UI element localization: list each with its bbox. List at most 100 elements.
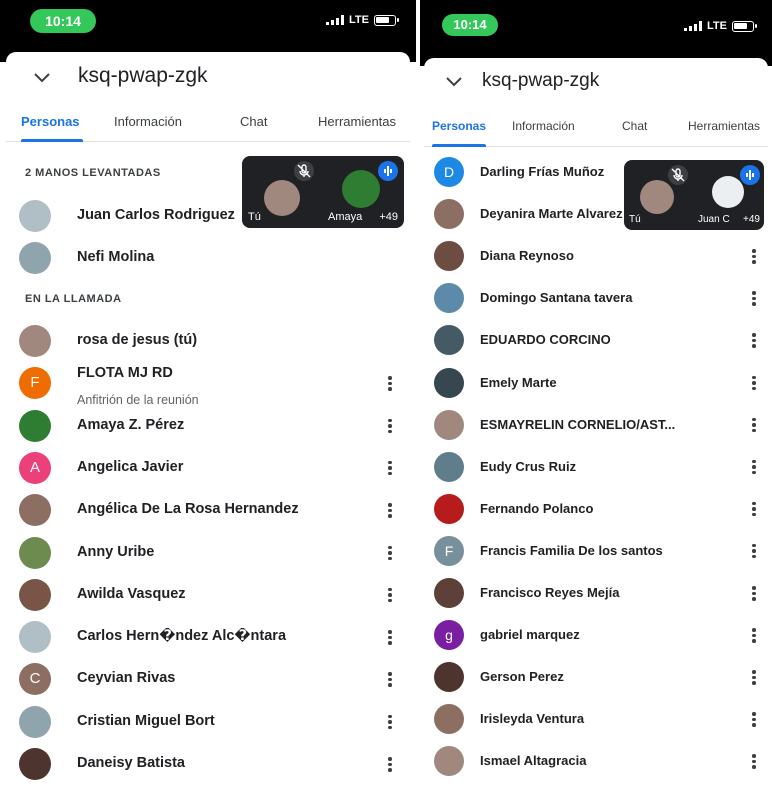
participant-row[interactable]: Amaya Z. Pérez <box>6 405 410 447</box>
avatar: F <box>19 367 51 400</box>
mic-off-icon <box>332 458 352 478</box>
mic-off-icon <box>332 712 352 732</box>
mic-off-icon <box>294 161 314 181</box>
more-options-icon[interactable] <box>380 373 400 393</box>
tab-informacion[interactable]: Información <box>512 119 575 133</box>
tab-informacion[interactable]: Información <box>114 114 182 129</box>
more-options-icon[interactable] <box>380 585 400 605</box>
more-options-icon[interactable] <box>744 288 764 308</box>
participant-row[interactable]: Domingo Santana tavera <box>424 277 768 319</box>
participant-row[interactable]: Ismael Altagracia <box>424 740 768 782</box>
more-options-icon[interactable] <box>744 415 764 435</box>
participant-row[interactable]: Fernando Polanco <box>424 488 768 530</box>
participant-row[interactable]: Nefi Molina <box>6 237 410 279</box>
tab-personas[interactable]: Personas <box>432 119 486 133</box>
more-options-icon[interactable] <box>744 499 764 519</box>
participant-row[interactable]: Cristian Miguel Bort <box>6 701 410 743</box>
avatar: C <box>19 663 51 696</box>
avatar: D <box>434 157 464 187</box>
avatar <box>434 662 464 693</box>
meeting-header: ksq-pwap-zgk <box>6 52 410 102</box>
participant-row[interactable]: g gabriel marquez <box>424 614 768 656</box>
mic-off-icon <box>332 585 352 605</box>
self-avatar <box>264 180 300 216</box>
avatar: A <box>19 451 51 484</box>
status-icons: LTE <box>684 20 757 32</box>
more-options-icon[interactable] <box>380 754 400 774</box>
participant-row[interactable]: C Ceyvian Rivas <box>6 658 410 700</box>
participant-row[interactable]: F Francis Familia De los santos <box>424 530 768 572</box>
participant-name: rosa de jesus (tú) <box>77 332 198 348</box>
more-options-icon[interactable] <box>744 541 764 561</box>
avatar <box>19 200 51 232</box>
participant-name: Ismael Altagracia <box>480 753 587 769</box>
more-options-icon[interactable] <box>744 457 764 477</box>
mic-off-icon <box>702 541 722 561</box>
mic-off-icon <box>702 499 722 519</box>
chevron-down-icon[interactable] <box>444 72 464 92</box>
more-options-icon[interactable] <box>380 712 400 732</box>
people-sheet: ksq-pwap-zgk Personas Información Chat H… <box>6 52 410 798</box>
participant-row[interactable]: Emely Marte <box>424 362 768 404</box>
participant-name: Ceyvian Rivas <box>77 670 176 687</box>
self-view-tile[interactable]: Tú Juan C +49 <box>624 160 764 230</box>
more-options-icon[interactable] <box>744 625 764 645</box>
more-options-icon[interactable] <box>744 667 764 687</box>
mic-off-icon <box>332 500 352 520</box>
active-tab-indicator <box>432 144 486 147</box>
avatar: F <box>434 535 464 566</box>
tab-herramientas[interactable]: Herramientas <box>318 114 396 129</box>
participant-row[interactable]: Angélica De La Rosa Hernandez <box>6 489 410 531</box>
more-options-icon[interactable] <box>744 246 764 266</box>
participant-row[interactable]: Daneisy Batista <box>6 743 410 785</box>
mic-off-icon <box>668 165 688 185</box>
chevron-down-icon[interactable] <box>32 68 52 88</box>
participant-row[interactable]: Anny Uribe <box>6 532 410 574</box>
more-options-icon[interactable] <box>380 458 400 478</box>
more-options-icon[interactable] <box>744 709 764 729</box>
participant-row[interactable]: Awilda Vasquez <box>6 574 410 616</box>
more-options-icon[interactable] <box>380 543 400 563</box>
more-options-icon[interactable] <box>380 627 400 647</box>
status-icons: LTE <box>326 14 399 26</box>
participant-row[interactable]: Eudy Crus Ruiz <box>424 446 768 488</box>
section-in-call: EN LA LLAMADA <box>25 293 122 305</box>
tab-chat[interactable]: Chat <box>240 114 267 129</box>
participant-name: Irisleyda Ventura <box>480 711 585 727</box>
avatar <box>434 578 464 608</box>
avatar <box>434 493 464 524</box>
participant-name: Nefi Molina <box>77 249 155 265</box>
self-view-tile[interactable]: Tú Amaya +49 <box>242 156 404 228</box>
tab-personas[interactable]: Personas <box>21 114 80 129</box>
participant-row[interactable]: ESMAYRELIN CORNELIO/AST... <box>424 404 768 446</box>
more-options-icon[interactable] <box>744 751 764 771</box>
more-options-icon[interactable] <box>744 330 764 350</box>
meeting-code: ksq-pwap-zgk <box>482 70 600 91</box>
tab-herramientas[interactable]: Herramientas <box>688 119 760 133</box>
participant-name: Cristian Miguel Bort <box>77 712 215 729</box>
participant-row[interactable]: Francisco Reyes Mejía <box>424 572 768 614</box>
participant-row[interactable]: EDUARDO CORCINO <box>424 319 768 361</box>
more-options-icon[interactable] <box>380 669 400 689</box>
participant-row[interactable]: rosa de jesus (tú) <box>6 320 410 362</box>
signal-icon <box>326 15 345 25</box>
mic-off-icon <box>702 751 722 771</box>
more-options-icon[interactable] <box>380 500 400 520</box>
more-options-icon[interactable] <box>744 373 764 393</box>
avatar: g <box>434 620 464 651</box>
participant-row[interactable]: F FLOTA MJ RD Anfitrión de la reunión <box>6 362 410 407</box>
participant-row[interactable]: Gerson Perez <box>424 656 768 698</box>
status-time: 10:14 <box>30 9 96 33</box>
more-options-icon[interactable] <box>380 416 400 436</box>
participant-row[interactable]: Irisleyda Ventura <box>424 698 768 740</box>
participant-row[interactable]: A Angelica Javier <box>6 447 410 489</box>
signal-icon <box>684 21 703 31</box>
avatar <box>434 283 464 314</box>
participants-panel-right: 10:14 LTE ksq-pwap-zgk Personas Informac… <box>420 0 772 798</box>
avatar <box>434 409 464 440</box>
participant-row[interactable]: Diana Reynoso <box>424 235 768 277</box>
more-options-icon[interactable] <box>744 583 764 603</box>
participant-row[interactable]: Carlos Hern�ndez Alc�ntara <box>6 616 410 658</box>
tab-chat[interactable]: Chat <box>622 119 647 133</box>
raised-hand-icon <box>382 248 402 268</box>
